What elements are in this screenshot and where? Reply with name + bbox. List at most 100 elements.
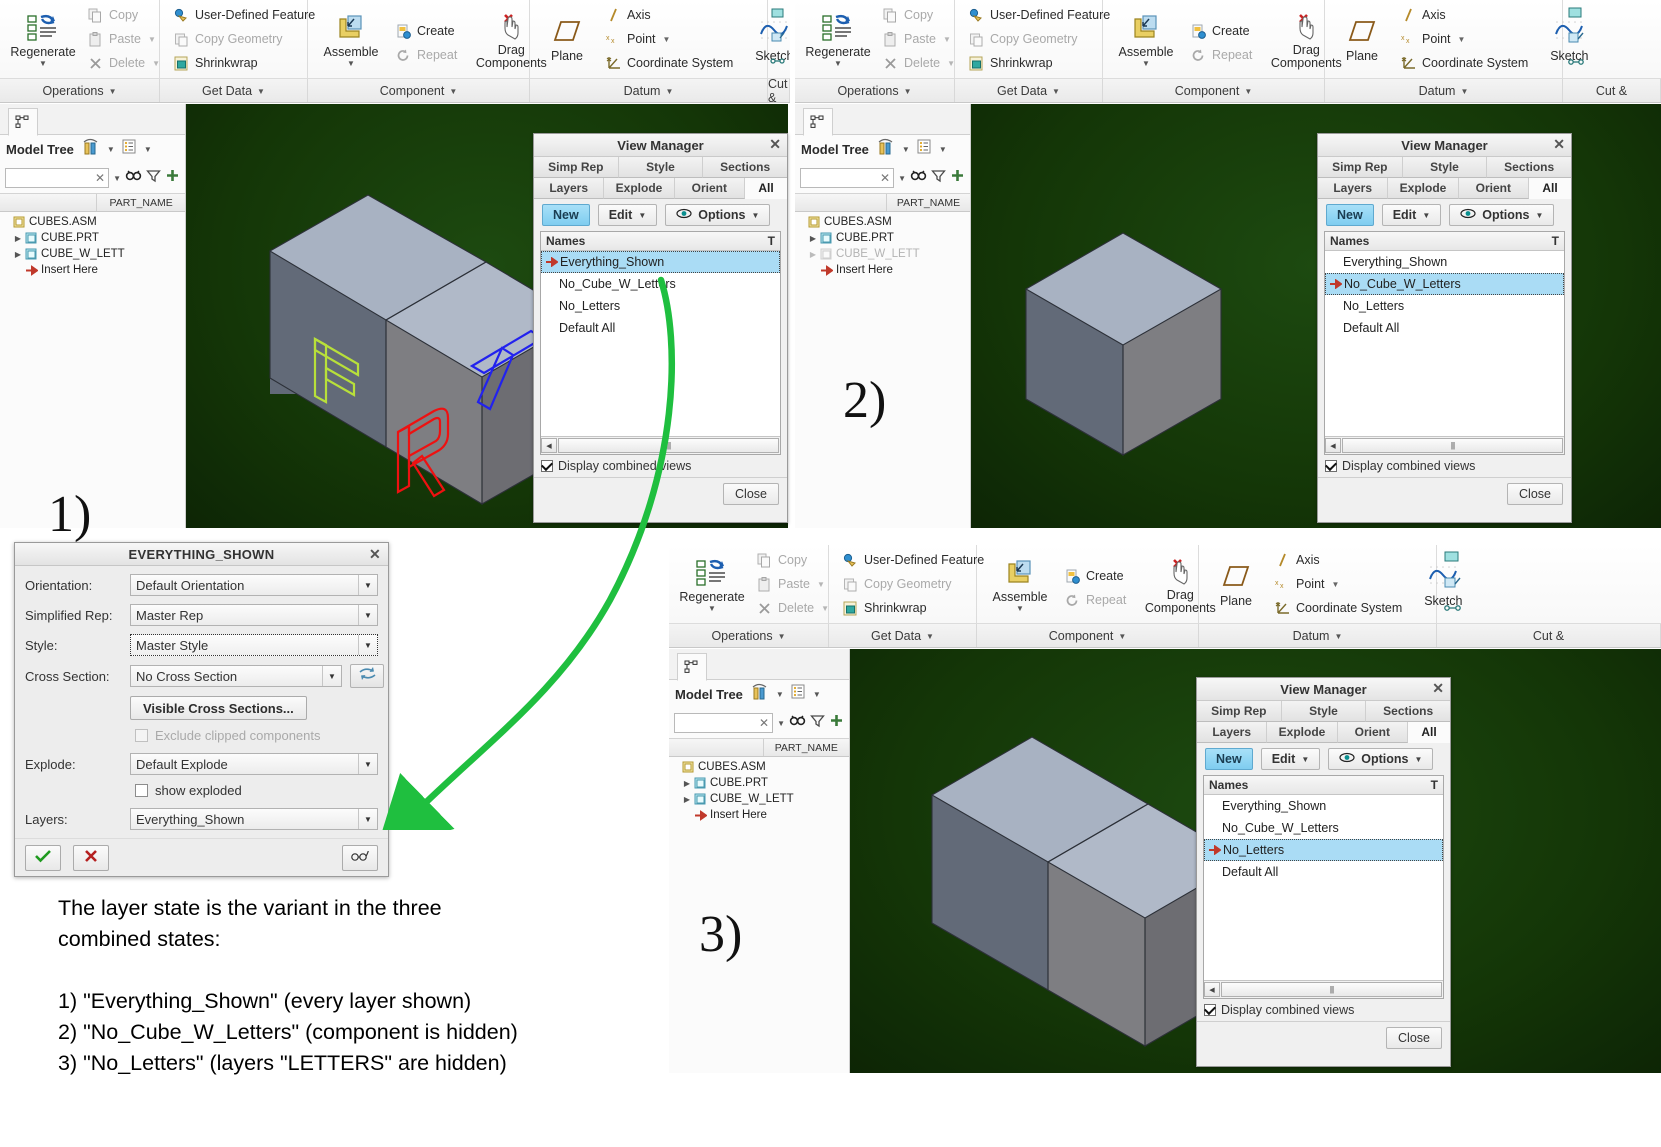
ribbon-tab-getdata[interactable]: Get Data ▼ <box>955 79 1103 102</box>
user-defined-feature-button[interactable]: User-Defined Feature <box>965 3 1113 27</box>
horizontal-scrollbar[interactable]: ◀ |||| <box>541 436 780 454</box>
delete-button[interactable]: Delete ▼ <box>84 51 163 75</box>
edit-button[interactable]: Edit ▼ <box>1260 748 1321 770</box>
tree-row-insert-here[interactable]: Insert Here <box>795 262 970 278</box>
chevron-down-icon[interactable]: ▼ <box>777 719 785 728</box>
close-icon[interactable]: ✕ <box>1553 136 1565 152</box>
chevron-down-icon[interactable]: ▼ <box>113 174 121 183</box>
chevron-down-icon[interactable]: ▼ <box>358 605 377 625</box>
close-button[interactable]: Close <box>1507 483 1563 505</box>
extrude-icon[interactable] <box>1443 549 1462 569</box>
chevron-down-icon[interactable]: ▼ <box>1414 755 1422 764</box>
horizontal-scrollbar[interactable]: ◀ |||| <box>1325 436 1564 454</box>
chevron-down-icon[interactable]: ▼ <box>898 174 906 183</box>
axis-button[interactable]: Axis <box>1397 3 1531 27</box>
chevron-down-icon[interactable]: ▼ <box>449 87 457 96</box>
chevron-down-icon[interactable]: ▼ <box>148 35 156 44</box>
regenerate-button[interactable]: Regenerate ▼ <box>6 9 80 70</box>
shrinkwrap-button[interactable]: Shrinkwrap <box>965 51 1113 75</box>
chevron-down-icon[interactable]: ▼ <box>943 35 951 44</box>
assemble-button[interactable]: Assemble ▼ <box>983 554 1057 615</box>
search-input[interactable]: ✕ <box>674 713 774 733</box>
point-button[interactable]: x x Point ▼ <box>602 27 736 51</box>
plane-button[interactable]: Plane <box>1331 13 1393 65</box>
chevron-down-icon[interactable]: ▼ <box>39 59 47 68</box>
user-defined-feature-button[interactable]: User-Defined Feature <box>170 3 318 27</box>
chevron-down-icon[interactable]: ▼ <box>347 59 355 68</box>
extrude-icon[interactable] <box>770 6 786 25</box>
tree-row-insert-here[interactable]: Insert Here <box>669 807 849 823</box>
list-item-default-all[interactable]: Default All <box>541 317 780 339</box>
plane-button[interactable]: Plane <box>536 13 598 65</box>
create-button[interactable]: Create <box>392 19 460 43</box>
expander-icon[interactable]: ▶ <box>681 779 693 788</box>
chevron-down-icon[interactable]: ▼ <box>358 754 377 774</box>
exclude-clipped-checkbox[interactable]: Exclude clipped components <box>135 728 321 743</box>
options-button[interactable]: Options ▼ <box>665 204 771 226</box>
display-combined-views-checkbox[interactable]: Display combined views <box>1318 455 1571 477</box>
shrinkwrap-button[interactable]: Shrinkwrap <box>170 51 318 75</box>
cancel-button[interactable] <box>73 845 109 871</box>
chevron-down-icon[interactable]: ▼ <box>107 145 115 154</box>
pattern-icon[interactable] <box>1443 601 1462 619</box>
tab-layers[interactable]: Layers <box>1197 722 1268 743</box>
coordinate-system-button[interactable]: Coordinate System <box>602 51 736 75</box>
tab-simp-rep[interactable]: Simp Rep <box>1197 701 1282 722</box>
tab-all[interactable]: All <box>744 178 787 199</box>
ribbon-tab-cut[interactable]: Cut & <box>1563 79 1661 102</box>
plane-button[interactable]: Plane <box>1205 558 1267 610</box>
view-manager-dialog-3[interactable]: View Manager ✕ Simp Rep Style Sections L… <box>1196 677 1451 1067</box>
add-icon[interactable] <box>950 168 965 188</box>
edit-button[interactable]: Edit ▼ <box>1381 204 1442 226</box>
checkbox-box[interactable] <box>1325 460 1337 472</box>
flip-cross-section-button[interactable] <box>350 664 384 688</box>
repeat-button[interactable]: Repeat <box>392 43 460 67</box>
list-item-no-letters[interactable]: No_Letters <box>1204 839 1443 861</box>
expander-icon[interactable]: ▶ <box>681 795 693 804</box>
tree-row-cubes-asm[interactable]: CUBES.ASM <box>669 759 849 775</box>
list-item-no-cube-w-letters[interactable]: No_Cube_W_Letters <box>1204 817 1443 839</box>
point-button[interactable]: xx Point ▼ <box>1271 572 1405 596</box>
find-icon[interactable] <box>910 168 927 188</box>
chevron-down-icon[interactable]: ▼ <box>152 59 160 68</box>
state-properties-dialog[interactable]: EVERYTHING_SHOWN ✕ Orientation: Default … <box>14 542 389 877</box>
views-list-1[interactable]: Names T Everything_Shown No_Cube_W_Lette… <box>540 231 781 455</box>
checkbox-box[interactable] <box>135 729 148 742</box>
ribbon-tab-cut[interactable]: Cut & <box>768 77 790 102</box>
new-button[interactable]: New <box>542 204 590 226</box>
views-list-3[interactable]: Names T Everything_Shown No_Cube_W_Lette… <box>1203 775 1444 999</box>
horizontal-scrollbar[interactable]: ◀ |||| <box>1204 980 1443 998</box>
chevron-down-icon[interactable]: ▼ <box>926 632 934 641</box>
extrude-icon[interactable] <box>1567 5 1585 25</box>
ribbon-tab-operations[interactable]: Operations ▼ <box>795 79 955 102</box>
chevron-down-icon[interactable]: ▼ <box>751 211 759 220</box>
tab-sections[interactable]: Sections <box>1487 157 1572 178</box>
chevron-down-icon[interactable]: ▼ <box>1118 632 1126 641</box>
revolve-icon[interactable] <box>1567 30 1585 50</box>
tab-style[interactable]: Style <box>618 157 704 178</box>
chevron-down-icon[interactable]: ▼ <box>904 87 912 96</box>
list-item-no-letters[interactable]: No_Letters <box>541 295 780 317</box>
ribbon-tab-getdata[interactable]: Get Data ▼ <box>160 79 308 102</box>
tab-explode[interactable]: Explode <box>1267 722 1338 743</box>
filter-icon[interactable] <box>931 169 946 188</box>
chevron-down-icon[interactable]: ▼ <box>708 604 716 613</box>
chevron-down-icon[interactable]: ▼ <box>358 809 377 829</box>
tree-row-cubes-asm[interactable]: CUBES.ASM <box>795 214 970 230</box>
clear-icon[interactable]: ✕ <box>95 171 105 185</box>
tree-row-cube-w-letters[interactable]: ▶ CUBE_W_LETT <box>0 246 185 262</box>
ribbon-tab-getdata[interactable]: Get Data ▼ <box>829 624 977 647</box>
regenerate-button[interactable]: Regenerate ▼ <box>675 554 749 615</box>
pattern-icon[interactable] <box>1567 55 1585 73</box>
expander-icon[interactable]: ▶ <box>12 250 24 259</box>
add-icon[interactable] <box>829 713 844 733</box>
tree-settings-icon[interactable] <box>916 138 933 160</box>
find-icon[interactable] <box>125 168 142 188</box>
create-button[interactable]: Create <box>1187 19 1255 43</box>
cross-section-select[interactable]: No Cross Section ▼ <box>130 665 342 687</box>
repeat-button[interactable]: Repeat <box>1061 588 1129 612</box>
scroll-left-button[interactable]: ◀ <box>1325 438 1341 453</box>
style-select[interactable]: Master Style ▼ <box>130 634 378 656</box>
model-tree-tab-icon[interactable] <box>677 653 707 681</box>
chevron-down-icon[interactable]: ▼ <box>1535 211 1543 220</box>
